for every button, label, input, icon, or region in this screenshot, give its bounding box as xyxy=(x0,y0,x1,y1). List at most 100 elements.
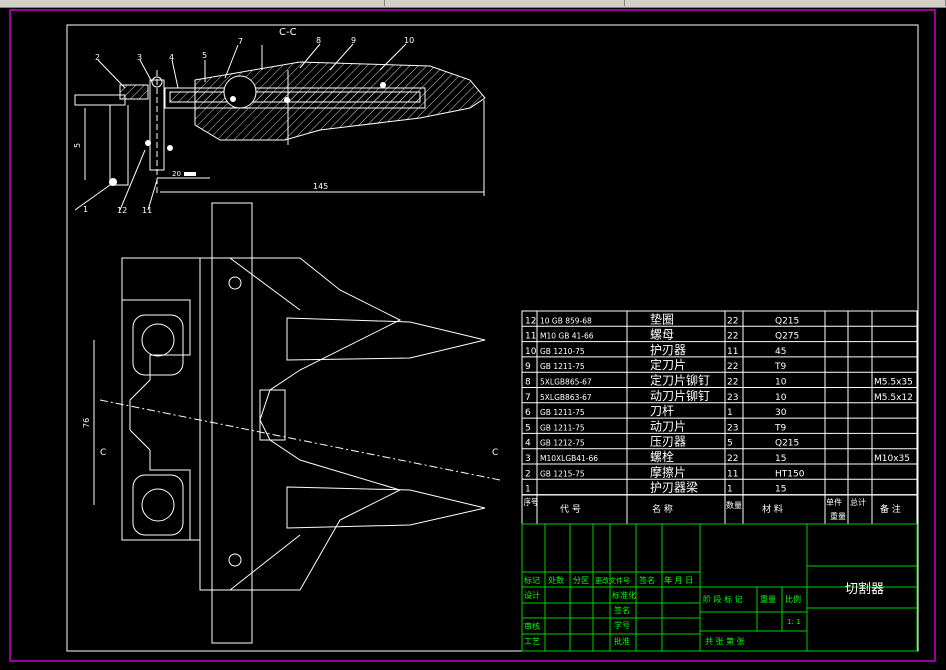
part-material: Q215 xyxy=(775,316,799,326)
tb-change-doc: 更改文件号 xyxy=(595,576,630,585)
part-code: GB 1211-75 xyxy=(540,408,585,417)
part-code: GB 1211-75 xyxy=(540,362,585,371)
part-material: HT150 xyxy=(775,469,805,479)
part-material: T9 xyxy=(774,423,786,433)
callout-4: 4 xyxy=(169,53,174,62)
part-name: 垫圈 xyxy=(650,311,674,326)
tb-seal2: 学号 xyxy=(614,620,630,630)
tb-zone: 分区 xyxy=(573,576,589,585)
tb-sign: 签名 xyxy=(639,575,655,585)
callout-2: 2 xyxy=(95,53,100,62)
part-qty: 1 xyxy=(727,408,733,418)
part-remark: M10x35 xyxy=(874,454,910,464)
part-no: 6 xyxy=(525,408,531,418)
part-name: 摩擦片 xyxy=(650,464,686,479)
header-seq: 序号 xyxy=(524,496,538,507)
part-code: GB 1212-75 xyxy=(540,439,585,448)
tb-standard: 标准化 xyxy=(612,590,636,600)
tb-craft: 工艺 xyxy=(524,637,540,646)
part-qty: 22 xyxy=(727,332,738,342)
cut-mark-left: C xyxy=(100,448,106,458)
part-material: 30 xyxy=(775,408,787,418)
part-name: 护刃器梁 xyxy=(650,480,698,495)
part-qty: 11 xyxy=(727,469,738,479)
part-no: 7 xyxy=(525,393,531,403)
header-code: 代 号 xyxy=(560,504,581,515)
part-name: 护刃器 xyxy=(650,343,686,357)
callout-7: 7 xyxy=(238,37,243,46)
section-view: 2 3 4 5 7 8 9 10 1 12 11 5 20 145 xyxy=(73,36,486,215)
plan-view: 76 C C xyxy=(82,202,501,644)
callout-10: 10 xyxy=(404,36,414,45)
section-label: C-C xyxy=(279,27,297,38)
part-code: 10 GB 859-68 xyxy=(540,316,592,325)
part-name: 定刀片 xyxy=(650,357,686,372)
part-material: Q275 xyxy=(775,332,799,342)
part-qty: 22 xyxy=(727,362,738,372)
part-qty: 23 xyxy=(727,393,738,403)
part-material: 15 xyxy=(775,485,786,495)
part-name: 动刀片铆钉 xyxy=(650,388,710,403)
part-no: 9 xyxy=(525,362,531,372)
dim-20: 20 xyxy=(172,170,181,178)
tb-mark: 标记 xyxy=(524,575,540,585)
part-name: 定刀片铆钉 xyxy=(650,373,710,388)
part-code: 5XLGB865-67 xyxy=(540,378,592,387)
tb-date: 年 月 日 xyxy=(664,575,693,585)
header-material: 材 料 xyxy=(762,503,783,515)
part-no: 11 xyxy=(525,332,536,342)
callout-5: 5 xyxy=(202,51,207,60)
part-no: 12 xyxy=(525,316,536,326)
part-remark: M5.5x35 xyxy=(874,378,913,388)
part-material: Q215 xyxy=(775,439,799,449)
part-no: 8 xyxy=(525,378,531,388)
part-material: 15 xyxy=(775,454,786,464)
header-remark: 备 注 xyxy=(880,503,901,515)
part-code: M10XLGB41-66 xyxy=(540,454,598,463)
drawing-title: 切割器 xyxy=(845,581,884,597)
dim-76: 76 xyxy=(82,418,91,428)
part-name: 压刃器 xyxy=(650,435,686,449)
callout-9: 9 xyxy=(351,36,356,45)
tb-count: 处数 xyxy=(548,575,564,585)
part-qty: 22 xyxy=(727,454,738,464)
dim-5: 5 xyxy=(73,143,82,148)
callout-11: 11 xyxy=(142,206,152,215)
part-name: 动刀片 xyxy=(650,419,686,433)
part-material: 10 xyxy=(775,378,787,388)
part-name: 刀杆 xyxy=(650,404,674,418)
part-qty: 22 xyxy=(727,378,738,388)
part-qty: 11 xyxy=(727,347,738,357)
cad-drawing-canvas: C-C 2 3 4 5 7 8 9 10 1 12 11 5 20 145 76… xyxy=(9,9,936,662)
dim-145: 145 xyxy=(313,182,328,191)
tb-design: 设计 xyxy=(524,590,540,600)
cut-mark-right: C xyxy=(492,448,498,458)
callout-1: 1 xyxy=(83,205,88,214)
part-no: 3 xyxy=(525,454,531,464)
tb-scale-value: 1: 1 xyxy=(787,618,801,626)
tb-weight: 重量 xyxy=(760,594,776,604)
part-qty: 5 xyxy=(727,439,733,449)
part-name: 螺母 xyxy=(650,328,674,342)
part-qty: 23 xyxy=(727,423,738,433)
tb-scale: 比例 xyxy=(785,594,801,604)
title-block: 标记 处数 分区 更改文件号 签名 年 月 日 设计 标准化 签名 学号 审核 … xyxy=(521,523,918,652)
part-qty: 1 xyxy=(727,485,733,495)
part-code: GB 1210-75 xyxy=(540,347,585,356)
part-name: 螺栓 xyxy=(650,449,674,464)
part-material: 10 xyxy=(775,393,787,403)
header-name: 名 称 xyxy=(652,503,673,515)
part-material: 45 xyxy=(775,347,786,357)
tb-seal1: 签名 xyxy=(614,605,630,615)
callout-12: 12 xyxy=(117,206,127,215)
part-no: 2 xyxy=(525,469,531,479)
part-material: T9 xyxy=(774,362,786,372)
header-weight: 重量 xyxy=(830,511,846,521)
part-remark: M5.5x12 xyxy=(874,393,913,403)
callout-3: 3 xyxy=(137,53,142,62)
tb-stage: 阶 段 标 记 xyxy=(703,594,743,604)
header-qty: 数量 xyxy=(726,500,742,510)
parts-header: 序号 代 号 名 称 数量 材 料 单件 总计 重量 备 注 xyxy=(522,494,917,521)
part-no: 5 xyxy=(525,423,531,433)
header-unit: 单件 xyxy=(826,497,842,507)
